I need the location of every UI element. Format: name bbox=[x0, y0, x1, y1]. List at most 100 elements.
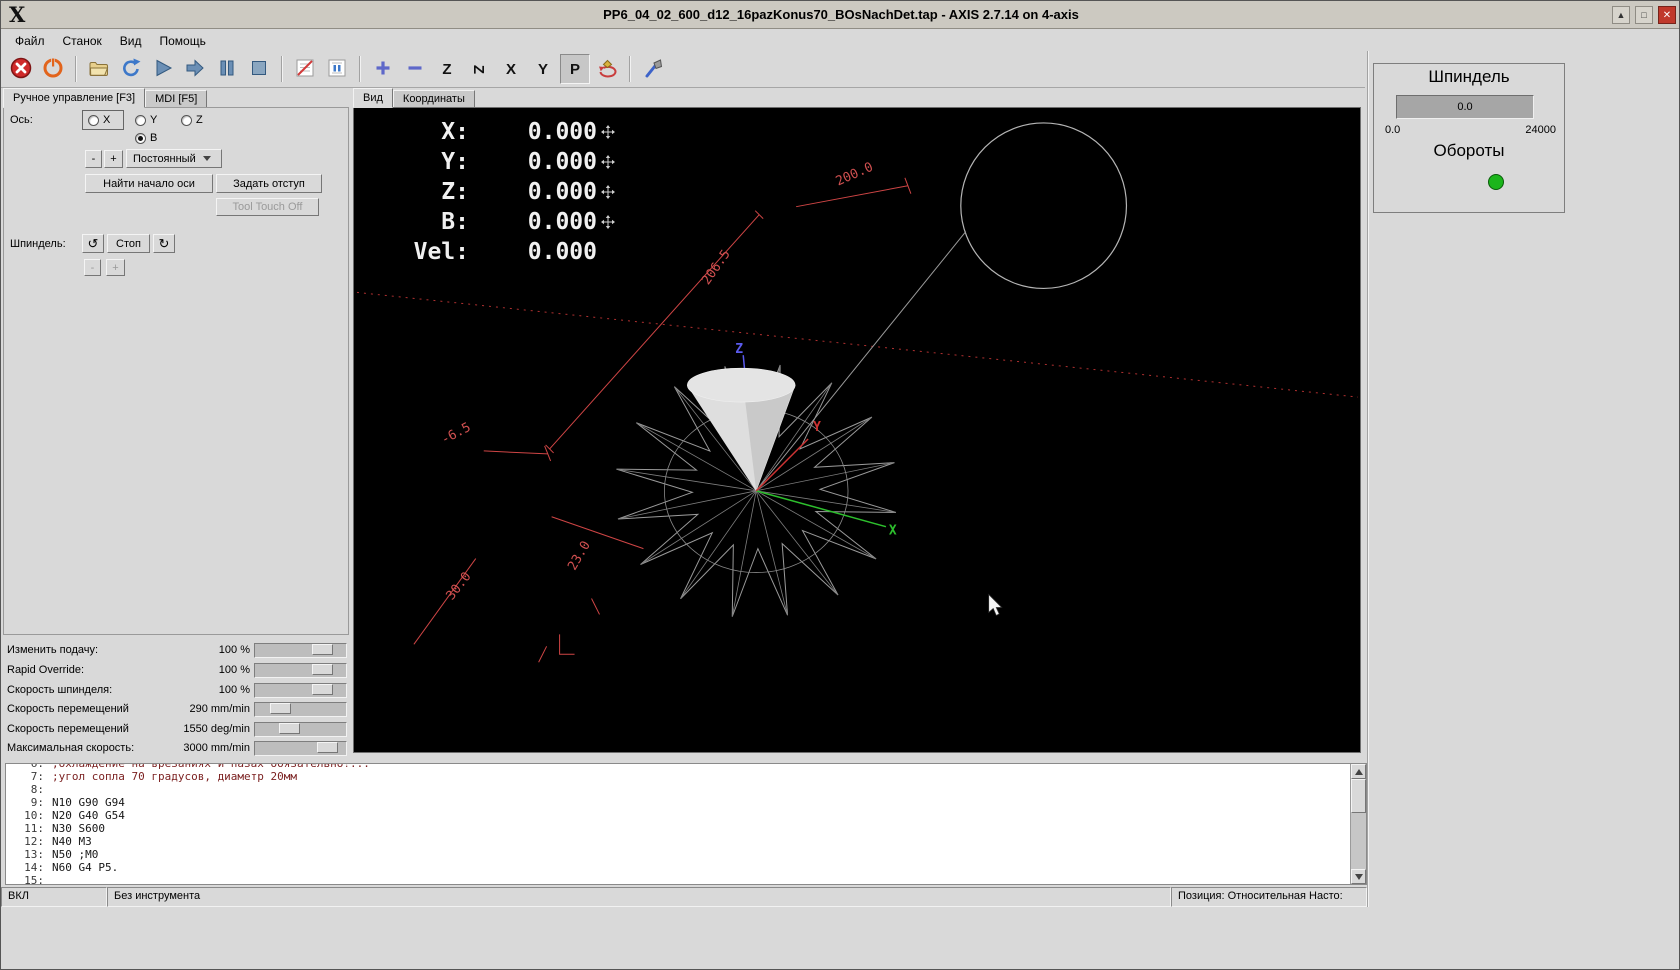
crosshair-icon bbox=[597, 177, 619, 207]
optional-pause-icon bbox=[326, 57, 348, 82]
view-front-button[interactable]: Y bbox=[528, 54, 558, 84]
stop-button[interactable] bbox=[244, 54, 274, 84]
gcode-line[interactable]: 6:;охлаждение на врезаниях и пазах обяза… bbox=[6, 763, 1349, 770]
run-button[interactable] bbox=[148, 54, 178, 84]
rapid-move-line bbox=[756, 232, 966, 491]
spindle-label: Шпиндель: bbox=[10, 238, 66, 250]
zoom-in-button[interactable] bbox=[368, 54, 398, 84]
spindle-override-slider[interactable] bbox=[254, 683, 347, 698]
pause-button[interactable] bbox=[212, 54, 242, 84]
axis-label: Ось: bbox=[10, 114, 33, 126]
home-axis-button[interactable]: Найти начало оси bbox=[85, 174, 213, 193]
gcode-line[interactable]: 7:;угол сопла 70 градусов, диаметр 20мм bbox=[6, 770, 1349, 783]
menu-file[interactable]: Файл bbox=[7, 32, 55, 50]
max-velocity-slider[interactable] bbox=[254, 741, 347, 756]
dimension-label: 23.0 bbox=[565, 539, 594, 574]
spindle-ccw-button[interactable]: ↺ bbox=[82, 234, 104, 253]
gcode-line[interactable]: 9:N10 G90 G94 bbox=[6, 796, 1349, 809]
gcode-line[interactable]: 10:N20 G40 G54 bbox=[6, 809, 1349, 822]
view-top-button[interactable]: Z bbox=[432, 54, 462, 84]
gcode-line[interactable]: 14:N60 G4 P5. bbox=[6, 861, 1349, 874]
spindle-cw-button[interactable]: ↻ bbox=[153, 234, 175, 253]
scroll-down-icon[interactable] bbox=[1351, 869, 1366, 884]
gcode-scrollbar[interactable] bbox=[1350, 764, 1366, 884]
axis-radio-x[interactable]: X bbox=[88, 114, 110, 126]
spindle-stop-button[interactable]: Стоп bbox=[107, 234, 150, 253]
crosshair-icon bbox=[597, 147, 619, 177]
tab-dro[interactable]: Координаты bbox=[393, 90, 475, 108]
slider-handle[interactable] bbox=[279, 723, 300, 734]
toolbar-separator bbox=[629, 56, 631, 82]
gcode-line[interactable]: 8: bbox=[6, 783, 1349, 796]
open-file-button[interactable] bbox=[84, 54, 114, 84]
crosshair-icon bbox=[597, 207, 619, 237]
tab-mdi[interactable]: MDI [F5] bbox=[145, 90, 207, 108]
axis-radio-b[interactable]: B bbox=[135, 132, 157, 144]
max-velocity-row: Максимальная скорость: 3000 mm/min bbox=[3, 739, 349, 758]
toolbar-separator bbox=[75, 56, 77, 82]
gcode-line[interactable]: 15: bbox=[6, 874, 1349, 885]
rapid-override-slider[interactable] bbox=[254, 663, 347, 678]
x-axis-line bbox=[756, 491, 886, 527]
rotate-cw-icon: ↻ bbox=[159, 236, 170, 252]
step-button[interactable] bbox=[180, 54, 210, 84]
skip-lines-icon bbox=[294, 57, 316, 82]
axis-radio-y[interactable]: Y bbox=[135, 114, 157, 126]
maximize-button[interactable]: □ bbox=[1635, 6, 1653, 24]
menu-help[interactable]: Помощь bbox=[152, 32, 216, 50]
shade-button[interactable]: ▲ bbox=[1612, 6, 1630, 24]
machine-power-button[interactable] bbox=[38, 54, 68, 84]
chevron-down-icon bbox=[203, 156, 211, 161]
axis-radio-z[interactable]: Z bbox=[181, 114, 203, 126]
gcode-line[interactable]: 13:N50 ;M0 bbox=[6, 848, 1349, 861]
gcode-listing[interactable]: 6:;охлаждение на врезаниях и пазах обяза… bbox=[5, 763, 1367, 885]
spindle-speed-bar: 0.0 bbox=[1396, 95, 1534, 119]
run-icon bbox=[152, 57, 174, 82]
slider-handle[interactable] bbox=[312, 644, 333, 655]
preview-3d[interactable]: X Y Z 200.0 206.5 -6.5 23.0 30.0 bbox=[353, 107, 1361, 753]
slider-value: 100 % bbox=[153, 684, 250, 696]
pause-icon bbox=[216, 57, 238, 82]
set-offset-button[interactable]: Задать отступ bbox=[216, 174, 322, 193]
feed-override-row: Изменить подачу: 100 % bbox=[3, 641, 349, 660]
tab-preview[interactable]: Вид bbox=[353, 88, 393, 108]
optional-pause-button[interactable] bbox=[322, 54, 352, 84]
view-top-rotated-button[interactable]: Z bbox=[464, 54, 494, 84]
estop-button[interactable] bbox=[6, 54, 36, 84]
skip-lines-button[interactable] bbox=[290, 54, 320, 84]
tab-manual-control[interactable]: Ручное управление [F3] bbox=[3, 88, 145, 108]
z-axis-label: Z bbox=[735, 342, 743, 357]
estop-icon bbox=[10, 57, 32, 82]
tool-cone bbox=[687, 368, 795, 491]
view-side-button[interactable]: X bbox=[496, 54, 526, 84]
toolbar-separator bbox=[281, 56, 283, 82]
clear-plot-button[interactable] bbox=[638, 54, 668, 84]
rotate-view-button[interactable] bbox=[592, 54, 622, 84]
scroll-up-icon[interactable] bbox=[1351, 764, 1366, 779]
slider-handle[interactable] bbox=[317, 742, 338, 753]
slider-handle[interactable] bbox=[270, 703, 291, 714]
jog-minus-button[interactable]: - bbox=[85, 150, 102, 168]
view-side-icon: X bbox=[506, 61, 516, 78]
dro-row-vel: Vel:0.000 bbox=[354, 237, 619, 267]
view-perspective-button[interactable]: P bbox=[560, 54, 590, 84]
menu-machine[interactable]: Станок bbox=[55, 32, 112, 50]
angular-jog-speed-slider[interactable] bbox=[254, 722, 347, 737]
scroll-thumb[interactable] bbox=[1351, 779, 1366, 813]
zoom-out-button[interactable] bbox=[400, 54, 430, 84]
close-button[interactable]: ✕ bbox=[1658, 6, 1676, 24]
gcode-line[interactable]: 12:N40 M3 bbox=[6, 835, 1349, 848]
spindle-on-led bbox=[1488, 174, 1504, 190]
x-axis-label: X bbox=[889, 524, 897, 539]
slider-handle[interactable] bbox=[312, 664, 333, 675]
reload-button[interactable] bbox=[116, 54, 146, 84]
status-bar: ВКЛ Без инструмента Позиция: Относительн… bbox=[1, 887, 1367, 907]
slider-handle[interactable] bbox=[312, 684, 333, 695]
jog-mode-select[interactable]: Постоянный bbox=[126, 149, 222, 168]
menu-view[interactable]: Вид bbox=[112, 32, 152, 50]
jog-plus-button[interactable]: + bbox=[104, 150, 123, 168]
gcode-line[interactable]: 11:N30 S600 bbox=[6, 822, 1349, 835]
jog-speed-slider[interactable] bbox=[254, 702, 347, 717]
feed-override-slider[interactable] bbox=[254, 643, 347, 658]
dro-row-z: Z:0.000 bbox=[354, 177, 619, 207]
